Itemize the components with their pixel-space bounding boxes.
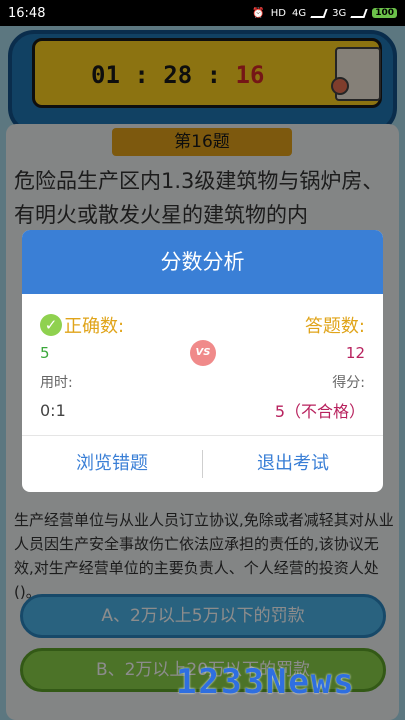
- alarm-icon: ⏰: [252, 7, 265, 19]
- network-3g-label: 3G: [332, 7, 347, 19]
- correct-count-label: ✓ 正确数:: [40, 312, 124, 338]
- watermark-logo: 1233News: [176, 662, 356, 702]
- time-score-labels-row: 用时: 得分:: [40, 372, 365, 392]
- review-wrong-button[interactable]: 浏览错题: [22, 436, 202, 492]
- dialog-title: 分数分析: [22, 230, 383, 294]
- score-label: 得分:: [332, 375, 365, 391]
- network-4g-label: 4G: [291, 7, 307, 19]
- status-time: 16:48: [8, 5, 46, 21]
- status-bar: 16:48 ⏰ HD 4G 3G 100: [0, 0, 405, 26]
- answered-count-label: 答题数:: [304, 316, 365, 337]
- answered-count-value: 12: [345, 344, 365, 362]
- signal-icon: [310, 8, 328, 18]
- status-icons: ⏰ HD 4G 3G 100: [252, 8, 397, 19]
- count-labels-row: ✓ 正确数: 答题数:: [40, 312, 365, 338]
- hd-label: HD: [270, 7, 286, 19]
- correct-label-text: 正确数:: [64, 316, 125, 337]
- score-value: 5（不合格）: [274, 402, 365, 421]
- time-value: 0:1: [40, 400, 66, 420]
- check-icon: ✓: [40, 314, 62, 336]
- signal-icon-2: [350, 8, 368, 18]
- battery-icon: 100: [372, 8, 397, 18]
- exit-exam-button[interactable]: 退出考试: [203, 436, 383, 492]
- correct-count-value: 5: [40, 344, 50, 362]
- score-analysis-dialog: 分数分析 ✓ 正确数: 答题数: 5 12 VS 用时: 得分: 0:1 5（不…: [22, 230, 383, 492]
- time-score-values-row: 0:1 5（不合格）: [40, 398, 365, 422]
- time-label: 用时:: [40, 375, 73, 391]
- vs-badge: VS: [190, 340, 216, 366]
